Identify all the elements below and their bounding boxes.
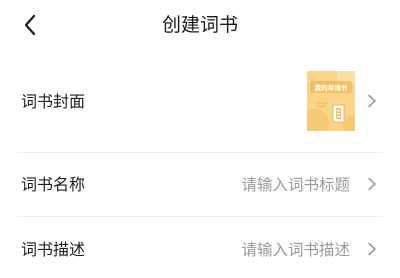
description-row[interactable]: 词书描述 请输入词书描述: [17, 217, 383, 278]
cover-row[interactable]: 词书封面 我的单词书: [17, 54, 383, 152]
cover-label: 词书封面: [21, 92, 86, 111]
chevron-right-icon: [368, 242, 376, 256]
book-cover-thumbnail[interactable]: 我的单词书: [307, 71, 355, 131]
name-input[interactable]: 请输入词书标题: [241, 174, 350, 196]
description-input[interactable]: 请输入词书描述: [241, 239, 350, 261]
cover-illustration: [307, 71, 355, 131]
name-label: 词书名称: [21, 175, 86, 194]
chevron-right-icon: [368, 94, 376, 108]
name-row[interactable]: 词书名称 请输入词书标题: [17, 153, 383, 216]
navigation-bar: 创建词书: [0, 0, 400, 50]
description-label: 词书描述: [21, 240, 86, 259]
page-title: 创建词书: [161, 14, 238, 36]
chevron-right-icon: [368, 177, 376, 191]
cover-title-text: 我的单词书: [314, 84, 348, 92]
